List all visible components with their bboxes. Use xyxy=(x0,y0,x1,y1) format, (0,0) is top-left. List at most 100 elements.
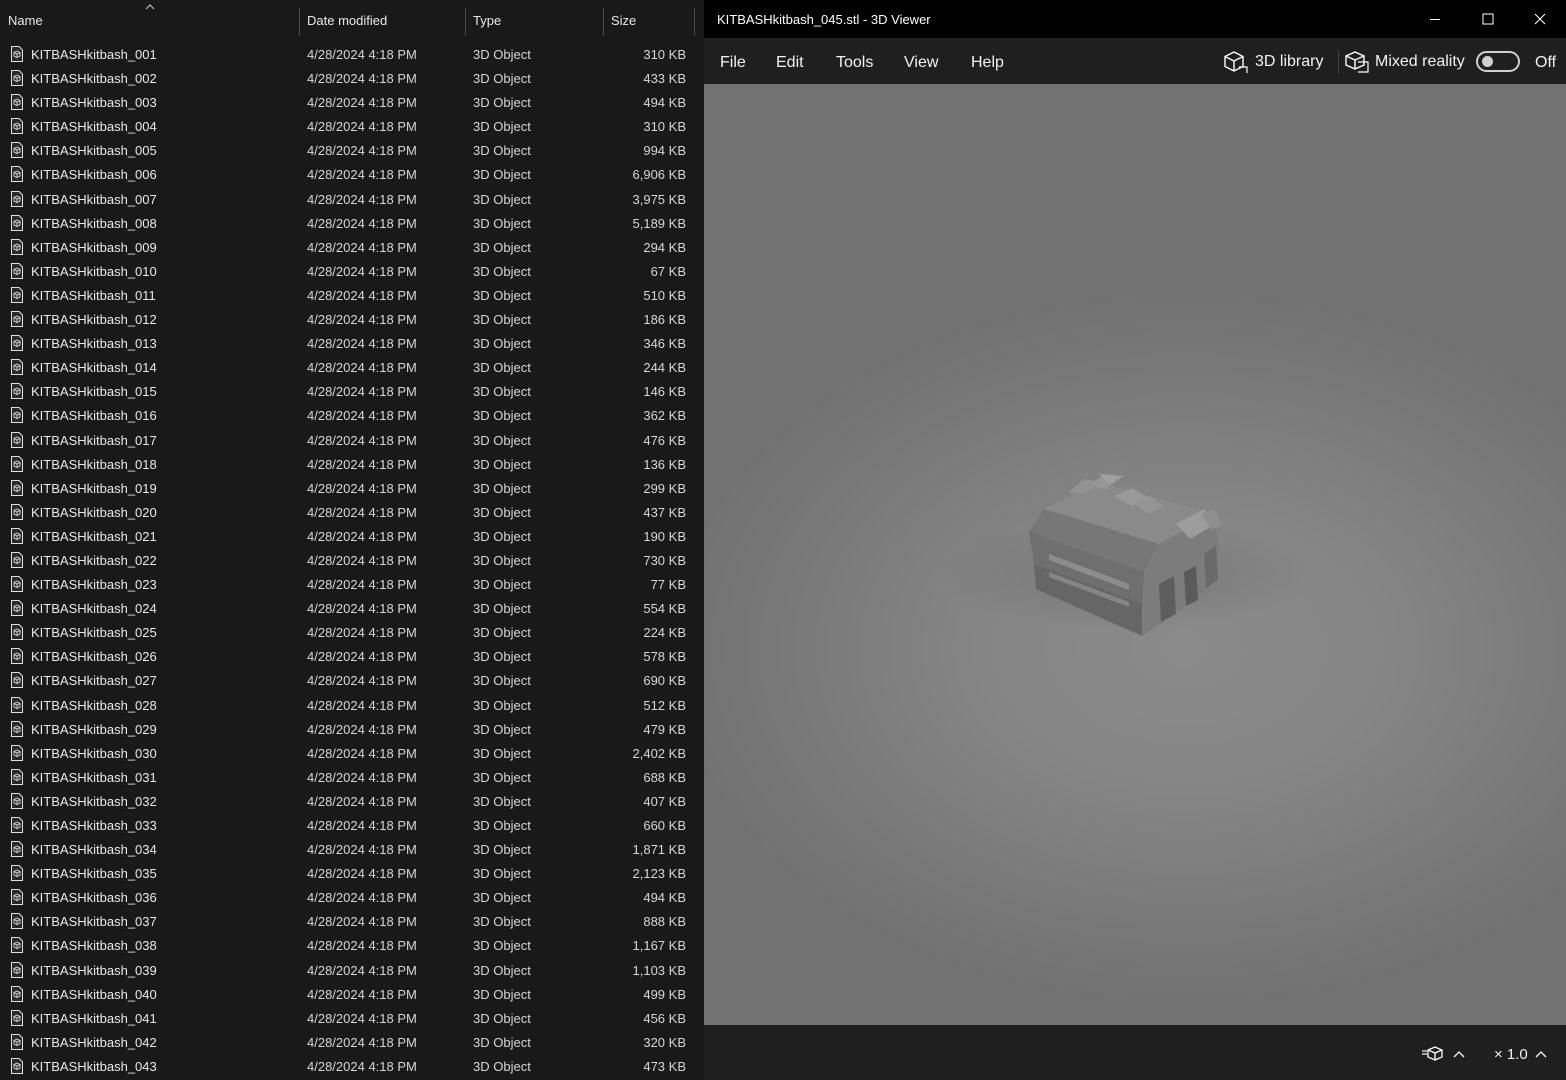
file-row[interactable]: KITBASHkitbash_013 4/28/2024 4:18 PM 3D Ob… xyxy=(0,331,704,355)
column-header-date[interactable]: Date modified xyxy=(307,13,387,28)
3d-object-file-icon xyxy=(11,768,23,785)
file-row[interactable]: KITBASHkitbash_012 4/28/2024 4:18 PM 3D Ob… xyxy=(0,307,704,331)
3d-object-file-icon xyxy=(11,359,23,376)
3d-library-button[interactable]: 3D library xyxy=(1222,51,1323,73)
file-row[interactable]: KITBASHkitbash_015 4/28/2024 4:18 PM 3D Ob… xyxy=(0,379,704,403)
menu-view[interactable]: View xyxy=(904,54,938,72)
file-row[interactable]: KITBASHkitbash_021 4/28/2024 4:18 PM 3D Ob… xyxy=(0,524,704,548)
mixed-reality-toggle[interactable] xyxy=(1476,51,1520,72)
file-row[interactable]: KITBASHkitbash_037 4/28/2024 4:18 PM 3D Ob… xyxy=(0,909,704,933)
column-header-type[interactable]: Type xyxy=(473,13,501,28)
file-row[interactable]: KITBASHkitbash_017 4/28/2024 4:18 PM 3D Ob… xyxy=(0,428,704,452)
file-row[interactable]: KITBASHkitbash_005 4/28/2024 4:18 PM 3D Ob… xyxy=(0,138,704,162)
file-row[interactable]: KITBASHkitbash_003 4/28/2024 4:18 PM 3D Ob… xyxy=(0,90,704,114)
mixed-reality-state: Off xyxy=(1535,54,1557,71)
file-size: 224 KB xyxy=(643,625,686,641)
toggle-knob xyxy=(1482,56,1493,67)
file-row[interactable]: KITBASHkitbash_004 4/28/2024 4:18 PM 3D Ob… xyxy=(0,114,704,138)
file-row[interactable]: KITBASHkitbash_014 4/28/2024 4:18 PM 3D Ob… xyxy=(0,355,704,379)
file-row[interactable]: KITBASHkitbash_038 4/28/2024 4:18 PM 3D Ob… xyxy=(0,933,704,957)
file-name: KITBASHkitbash_015 xyxy=(31,384,157,400)
file-size: 136 KB xyxy=(643,456,686,472)
minimize-button[interactable] xyxy=(1409,0,1461,38)
file-row[interactable]: KITBASHkitbash_008 4/28/2024 4:18 PM 3D Ob… xyxy=(0,211,704,235)
3d-object-file-icon xyxy=(11,190,23,207)
zoom-control[interactable]: × 1.0 xyxy=(1494,1043,1548,1065)
3d-viewport[interactable] xyxy=(704,84,1566,1025)
menu-file[interactable]: File xyxy=(720,54,746,72)
file-row[interactable]: KITBASHkitbash_016 4/28/2024 4:18 PM 3D Ob… xyxy=(0,403,704,427)
file-row[interactable]: KITBASHkitbash_035 4/28/2024 4:18 PM 3D Ob… xyxy=(0,861,704,885)
file-row[interactable]: KITBASHkitbash_043 4/28/2024 4:18 PM 3D Ob… xyxy=(0,1054,704,1078)
file-row[interactable]: KITBASHkitbash_041 4/28/2024 4:18 PM 3D Ob… xyxy=(0,1006,704,1030)
column-divider[interactable] xyxy=(465,8,466,36)
file-row[interactable]: KITBASHkitbash_018 4/28/2024 4:18 PM 3D Ob… xyxy=(0,452,704,476)
3d-object-file-icon xyxy=(11,407,23,424)
file-row[interactable]: KITBASHkitbash_042 4/28/2024 4:18 PM 3D Ob… xyxy=(0,1030,704,1054)
file-row[interactable]: KITBASHkitbash_009 4/28/2024 4:18 PM 3D Ob… xyxy=(0,235,704,259)
file-row[interactable]: KITBASHkitbash_001 4/28/2024 4:18 PM 3D Ob… xyxy=(0,42,704,66)
column-header-size[interactable]: Size xyxy=(611,13,636,28)
maximize-button[interactable] xyxy=(1462,0,1514,38)
file-row[interactable]: KITBASHkitbash_032 4/28/2024 4:18 PM 3D Ob… xyxy=(0,789,704,813)
view-options-button[interactable] xyxy=(1422,1043,1470,1065)
file-date-modified: 4/28/2024 4:18 PM xyxy=(307,962,417,978)
file-row[interactable]: KITBASHkitbash_031 4/28/2024 4:18 PM 3D Ob… xyxy=(0,765,704,789)
file-row[interactable]: KITBASHkitbash_033 4/28/2024 4:18 PM 3D Ob… xyxy=(0,813,704,837)
menu-edit[interactable]: Edit xyxy=(776,54,804,72)
file-row[interactable]: KITBASHkitbash_023 4/28/2024 4:18 PM 3D Ob… xyxy=(0,572,704,596)
file-row[interactable]: KITBASHkitbash_007 4/28/2024 4:18 PM 3D Ob… xyxy=(0,187,704,211)
menu-tools[interactable]: Tools xyxy=(836,54,873,72)
file-row[interactable]: KITBASHkitbash_024 4/28/2024 4:18 PM 3D Ob… xyxy=(0,596,704,620)
3d-object-file-icon xyxy=(11,720,23,737)
file-size: 1,871 KB xyxy=(632,842,687,858)
file-row[interactable]: KITBASHkitbash_030 4/28/2024 4:18 PM 3D Ob… xyxy=(0,741,704,765)
file-type: 3D Object xyxy=(473,818,531,833)
file-date-modified: 4/28/2024 4:18 PM xyxy=(307,119,417,135)
mixed-reality-button[interactable]: Mixed reality xyxy=(1344,51,1465,73)
file-row[interactable]: KITBASHkitbash_022 4/28/2024 4:18 PM 3D Ob… xyxy=(0,548,704,572)
file-row[interactable]: KITBASHkitbash_029 4/28/2024 4:18 PM 3D Ob… xyxy=(0,717,704,741)
file-row[interactable]: KITBASHkitbash_020 4/28/2024 4:18 PM 3D Ob… xyxy=(0,500,704,524)
file-date-modified: 4/28/2024 4:18 PM xyxy=(307,793,417,809)
file-row[interactable]: KITBASHkitbash_028 4/28/2024 4:18 PM 3D Ob… xyxy=(0,693,704,717)
file-row[interactable]: KITBASHkitbash_025 4/28/2024 4:18 PM 3D Ob… xyxy=(0,620,704,644)
file-date-modified: 4/28/2024 4:18 PM xyxy=(307,914,417,930)
file-row[interactable]: KITBASHkitbash_011 4/28/2024 4:18 PM 3D Ob… xyxy=(0,283,704,307)
column-divider[interactable] xyxy=(299,8,300,36)
file-type: 3D Object xyxy=(473,793,531,809)
file-size: 67 KB xyxy=(650,263,686,279)
close-button[interactable] xyxy=(1514,0,1566,38)
file-date-modified: 4/28/2024 4:18 PM xyxy=(307,191,417,207)
file-type: 3D Object xyxy=(473,745,531,761)
column-header-name[interactable]: Name xyxy=(8,13,43,28)
file-date-modified: 4/28/2024 4:18 PM xyxy=(307,95,417,111)
file-size: 1,167 KB xyxy=(632,938,687,954)
file-name: KITBASHkitbash_022 xyxy=(31,552,157,568)
grid-view-icon xyxy=(1422,1046,1443,1061)
file-row[interactable]: KITBASHkitbash_019 4/28/2024 4:18 PM 3D Ob… xyxy=(0,476,704,500)
title-bar[interactable]: KITBASHkitbash_045.stl - 3D Viewer xyxy=(704,0,1566,38)
file-row[interactable]: KITBASHkitbash_006 4/28/2024 4:18 PM 3D Ob… xyxy=(0,162,704,186)
file-row[interactable]: KITBASHkitbash_027 4/28/2024 4:18 PM 3D Ob… xyxy=(0,668,704,692)
file-row[interactable]: KITBASHkitbash_040 4/28/2024 4:18 PM 3D Ob… xyxy=(0,982,704,1006)
file-type: 3D Object xyxy=(473,239,531,255)
file-row[interactable]: KITBASHkitbash_036 4/28/2024 4:18 PM 3D Ob… xyxy=(0,885,704,909)
file-row[interactable]: KITBASHkitbash_039 4/28/2024 4:18 PM 3D Ob… xyxy=(0,958,704,982)
3d-object-file-icon xyxy=(11,624,23,641)
file-size: 578 KB xyxy=(643,649,686,665)
file-type: 3D Object xyxy=(473,480,531,496)
file-name: KITBASHkitbash_003 xyxy=(31,95,157,111)
3d-model[interactable] xyxy=(704,84,1566,1025)
file-size: 1,103 KB xyxy=(632,962,687,978)
column-divider[interactable] xyxy=(694,8,695,36)
file-name: KITBASHkitbash_033 xyxy=(31,818,157,833)
file-row[interactable]: KITBASHkitbash_034 4/28/2024 4:18 PM 3D Ob… xyxy=(0,837,704,861)
file-row[interactable]: KITBASHkitbash_010 4/28/2024 4:18 PM 3D Ob… xyxy=(0,259,704,283)
file-size: 888 KB xyxy=(643,914,686,930)
menu-help[interactable]: Help xyxy=(971,54,1004,72)
column-divider[interactable] xyxy=(603,8,604,36)
file-row[interactable]: KITBASHkitbash_002 4/28/2024 4:18 PM 3D Ob… xyxy=(0,66,704,90)
file-row[interactable]: KITBASHkitbash_026 4/28/2024 4:18 PM 3D Ob… xyxy=(0,644,704,668)
file-type: 3D Object xyxy=(473,625,531,641)
